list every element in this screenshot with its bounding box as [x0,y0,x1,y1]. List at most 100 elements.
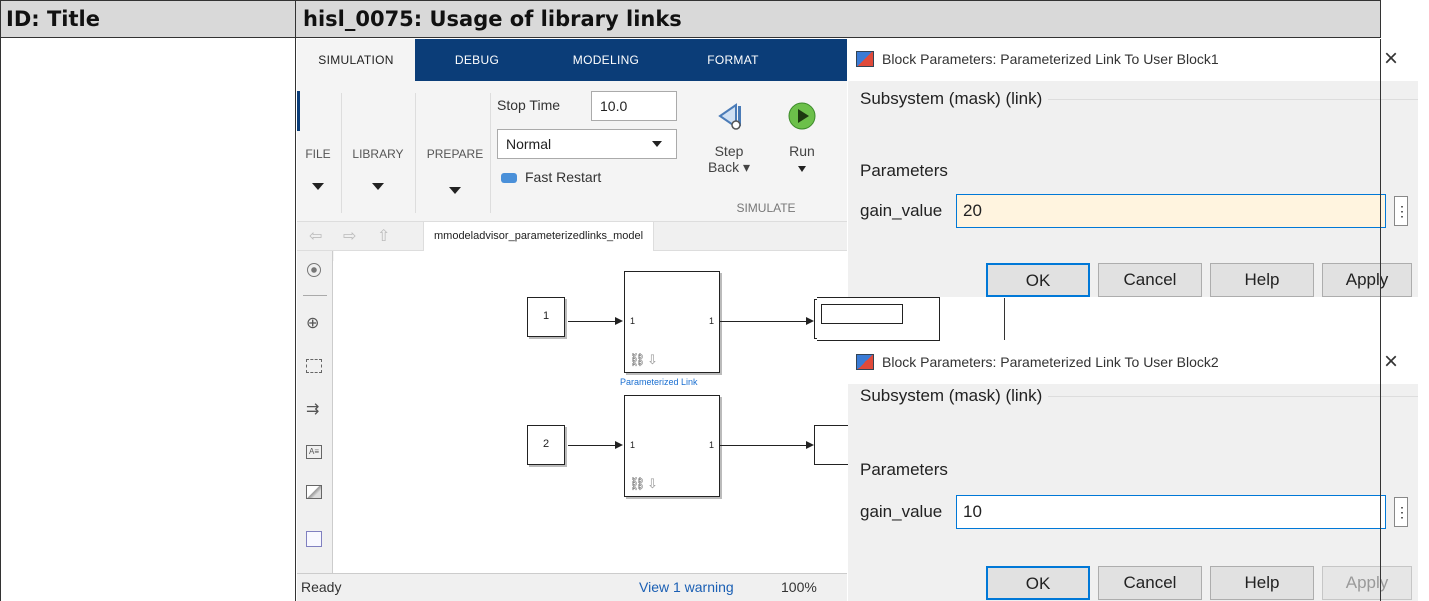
fast-restart-button[interactable]: Fast Restart [501,169,601,185]
back-arrow-icon[interactable]: ⇦ [309,226,322,246]
fast-restart-icon [501,173,517,184]
prepare-label: PREPARE [426,147,484,161]
ok-button[interactable]: OK [986,263,1090,297]
palette-divider [303,295,327,296]
zoom-level: 100% [781,579,817,595]
parameterized-link-block-1[interactable]: 1 1 ⛓ ⇩ [624,271,720,373]
run-label: Run [789,143,815,159]
input-port-label: 1 [630,316,636,326]
simulink-block-icon [856,354,874,370]
connector-line [1004,298,1005,340]
chevron-down-icon [798,166,806,172]
constant-block-1[interactable]: 1 [527,297,565,337]
annotation-icon[interactable]: A≡ [306,445,322,459]
ellipsis-button[interactable]: ⋮ [1394,497,1409,527]
step-back-icon [718,103,741,130]
signal-line[interactable] [720,445,808,446]
gain-value-label: gain_value [860,502,943,521]
dialog-title: Block Parameters: Parameterized Link To … [882,354,1219,370]
prepare-button[interactable]: PREPARE [422,147,488,197]
tab-format[interactable]: FORMAT [697,39,769,81]
close-icon[interactable]: × [1384,45,1398,73]
ribbon-separator [415,93,416,213]
simulink-window: SIMULATION DEBUG MODELING FORMAT FILE LI… [297,39,854,601]
close-icon[interactable]: × [1384,348,1398,376]
parameterized-link-block-2[interactable]: 1 1 ⛓ ⇩ [624,395,720,497]
ribbon-separator [490,93,491,213]
link-arrow-icon: ⇩ [647,476,658,491]
simulink-block-icon [856,51,874,67]
forward-arrow-icon[interactable]: ⇨ [343,226,356,246]
chevron-down-icon [449,187,461,194]
model-pathbar: ⇦ ⇨ ⇧ mmodeladvisor_parameterizedlinks_m… [297,221,847,251]
help-button[interactable]: Help [1210,263,1314,297]
header-id-title: ID: Title [6,1,100,37]
gain-value-input[interactable]: 10 [956,495,1386,529]
palette-sidebar: ⊕ ⇉ A≡ [297,251,333,573]
signal-arrow [806,317,814,325]
gain-value-input[interactable]: 20 [956,194,1386,228]
status-bar: Ready View 1 warning 100% [297,573,847,601]
tab-simulation[interactable]: SIMULATION [297,39,415,81]
signal-line[interactable] [568,321,616,322]
ribbon-separator [341,93,342,213]
cancel-button[interactable]: Cancel [1098,263,1202,297]
status-ready: Ready [301,579,342,595]
link-arrow-icon: ⇩ [647,352,658,367]
stop-time-input[interactable]: 10.0 [591,91,677,121]
display-block-1-extension[interactable] [817,297,940,341]
ribbon-left-accent [297,91,300,131]
area-icon[interactable] [306,531,322,547]
help-button[interactable]: Help [1210,566,1314,600]
output-port-label: 1 [708,440,714,450]
zoom-icon[interactable]: ⊕ [306,313,319,333]
file-button[interactable]: FILE [303,147,333,193]
stop-time-label: Stop Time [497,97,561,113]
signal-line[interactable] [568,445,616,446]
cancel-button[interactable]: Cancel [1098,566,1202,600]
block-type: Subsystem (mask) (link) [860,89,1043,108]
image-icon[interactable] [306,485,322,499]
constant-block-2[interactable]: 2 [527,425,565,465]
section-divider [1048,396,1418,397]
signal-arrow [615,317,623,325]
apply-button: Apply [1322,566,1412,600]
simulate-section-label: SIMULATE [736,201,796,215]
library-button[interactable]: LIBRARY [349,147,407,193]
file-label: FILE [305,147,331,161]
apply-button[interactable]: Apply [1322,263,1412,297]
sim-mode-select[interactable]: Normal [497,129,677,159]
run-button[interactable]: Run [777,101,827,211]
chevron-down-icon [652,141,662,147]
tab-debug[interactable]: DEBUG [447,39,507,81]
constant-value: 2 [542,438,550,450]
ellipsis-button[interactable]: ⋮ [1394,196,1409,226]
chevron-down-icon [372,183,384,190]
ellipsis-icon: ⋮ [1395,504,1409,520]
ok-button[interactable]: OK [986,566,1090,600]
block-name-label[interactable]: Parameterized Link [620,377,698,387]
signal-line[interactable] [720,321,808,322]
step-back-label1: Step [714,143,744,159]
link-icon: ⛓ [629,476,646,491]
ellipsis-icon: ⋮ [1395,203,1409,219]
up-arrow-icon[interactable]: ⇧ [377,226,390,246]
tab-modeling[interactable]: MODELING [561,39,651,81]
model-tab[interactable]: mmodeladvisor_parameterizedlinks_model [423,222,655,251]
fit-view-icon[interactable] [306,359,322,373]
step-back-button[interactable]: Step Back ▾ [701,101,757,211]
view-warning-link[interactable]: View 1 warning [639,579,734,595]
block-type: Subsystem (mask) (link) [860,386,1043,405]
signal-arrow [806,441,814,449]
arrow-layout-icon[interactable]: ⇉ [306,399,319,419]
link-icon: ⛓ [629,352,646,367]
fast-restart-label: Fast Restart [525,169,602,185]
hide-explorer-icon[interactable] [307,263,321,277]
header-rule-title: hisl_0075: Usage of library links [303,1,682,37]
dialog-title: Block Parameters: Parameterized Link To … [882,51,1219,67]
sim-mode-value: Normal [506,136,552,152]
table-header-row [0,0,1381,38]
model-canvas[interactable]: 1 1 1 ⛓ ⇩ Parameterized Link 2 1 1 ⛓ ⇩ [334,251,854,573]
gain-value-label: gain_value [860,201,943,220]
parameters-heading: Parameters [860,460,948,479]
